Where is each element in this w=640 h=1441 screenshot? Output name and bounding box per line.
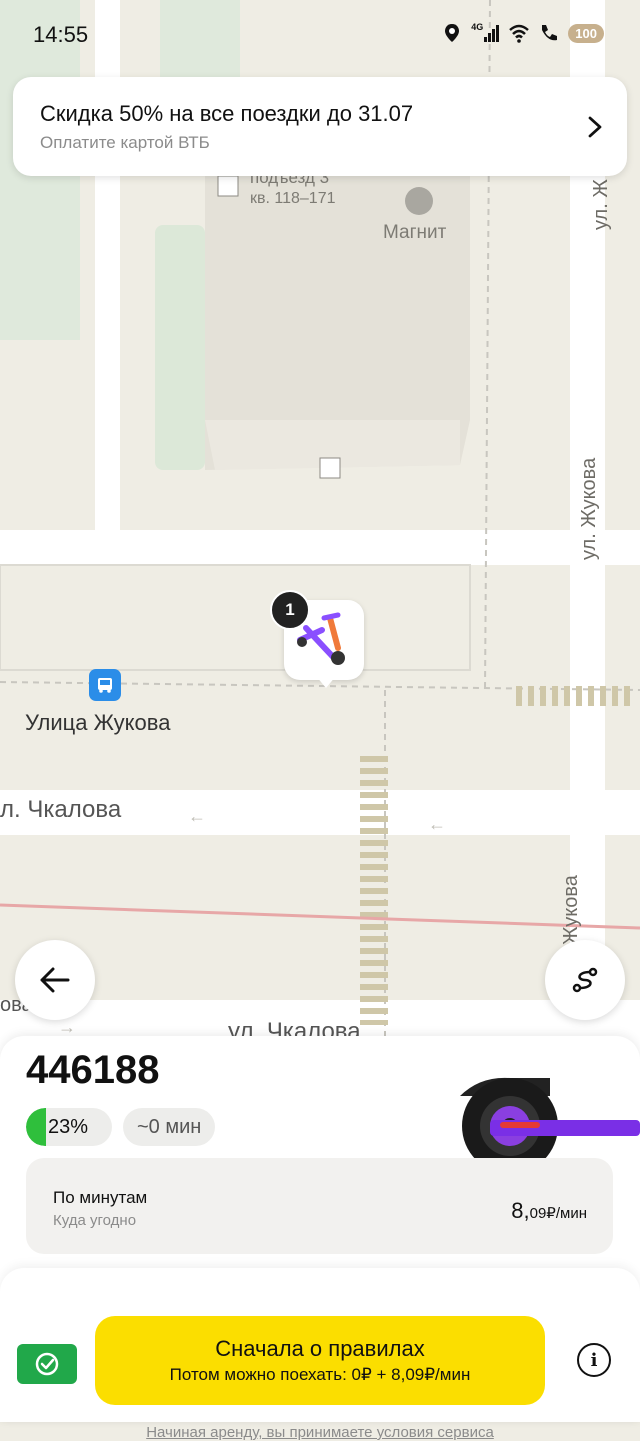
charge-fill	[26, 1108, 46, 1146]
location-icon	[445, 24, 460, 42]
scooter-id: 446188	[26, 1048, 160, 1092]
eta-badge: ~0 мин	[123, 1108, 216, 1146]
rules-button-subtitle: Потом можно поехать: 0₽ + 8,09₽/мин	[169, 1365, 471, 1384]
street-label-zhukova-2: Жукова	[560, 875, 582, 945]
marker-count-badge: 1	[270, 590, 310, 630]
insurance-button[interactable]	[17, 1344, 77, 1384]
shield-check-icon	[35, 1352, 59, 1376]
wifi-icon	[509, 24, 530, 43]
status-bar: 14:55 4G 100	[0, 0, 640, 70]
tariff-description: Куда угодно	[53, 1212, 137, 1229]
shop-label[interactable]: Магнит	[383, 222, 446, 244]
rules-button-title: Сначала о правилах	[215, 1336, 425, 1361]
bus-stop-label: Улица Жукова	[25, 710, 171, 735]
svg-text:←: ←	[428, 814, 446, 834]
status-time: 14:55	[33, 22, 89, 47]
street-label-zhukova: ул. Жукова	[578, 457, 600, 560]
street-label-top-right: ул. Ж	[590, 179, 612, 230]
back-button[interactable]	[15, 940, 95, 1020]
chevron-right-icon	[588, 116, 602, 138]
network-icon: 4G	[471, 22, 500, 42]
svg-text:→: →	[58, 1017, 76, 1037]
status-icons: 4G 100	[441, 22, 604, 44]
tariff-price: 8,09₽/мин	[511, 1198, 587, 1224]
route-button[interactable]	[545, 940, 625, 1020]
scooter-image	[460, 1077, 640, 1166]
tariff-price-main: 8,	[511, 1198, 530, 1223]
promo-title: Скидка 50% на все поездки до 31.07	[40, 101, 414, 126]
charge-label: 23%	[48, 1116, 89, 1138]
battery-indicator: 100	[568, 23, 604, 43]
tariff-card[interactable]: По минутам Куда угодно 8,09₽/мин	[26, 1158, 613, 1254]
call-icon	[542, 25, 558, 41]
info-icon[interactable]: i	[577, 1343, 611, 1377]
street-label-chkalova: л. Чкалова	[0, 796, 122, 823]
scooter-sheet: 446188 23% ~0 мин По минутам Куда угодно…	[0, 1036, 640, 1441]
tariff-price-small: 09₽/мин	[529, 1205, 587, 1222]
svg-text:←: ←	[188, 806, 206, 826]
arrow-left-icon	[40, 967, 70, 993]
route-icon	[572, 967, 598, 993]
promo-subtitle: Оплатите картой ВТБ	[40, 133, 210, 152]
bus-stop-icon[interactable]	[89, 669, 121, 701]
apartments-label: кв. 118–171	[250, 190, 336, 207]
tariff-name: По минутам	[53, 1188, 148, 1207]
promo-banner[interactable]: Скидка 50% на все поездки до 31.07 Оплат…	[13, 77, 627, 176]
scooter-marker-pointer	[316, 676, 336, 688]
rules-button[interactable]: Сначала о правилах Потом можно поехать: …	[95, 1316, 545, 1405]
charge-indicator: 23%	[26, 1108, 112, 1146]
terms-link[interactable]: Начиная аренду, вы принимаете условия се…	[0, 1424, 640, 1441]
network-label: 4G	[471, 22, 484, 32]
action-bar: Сначала о правилах Потом можно поехать: …	[0, 1268, 640, 1441]
